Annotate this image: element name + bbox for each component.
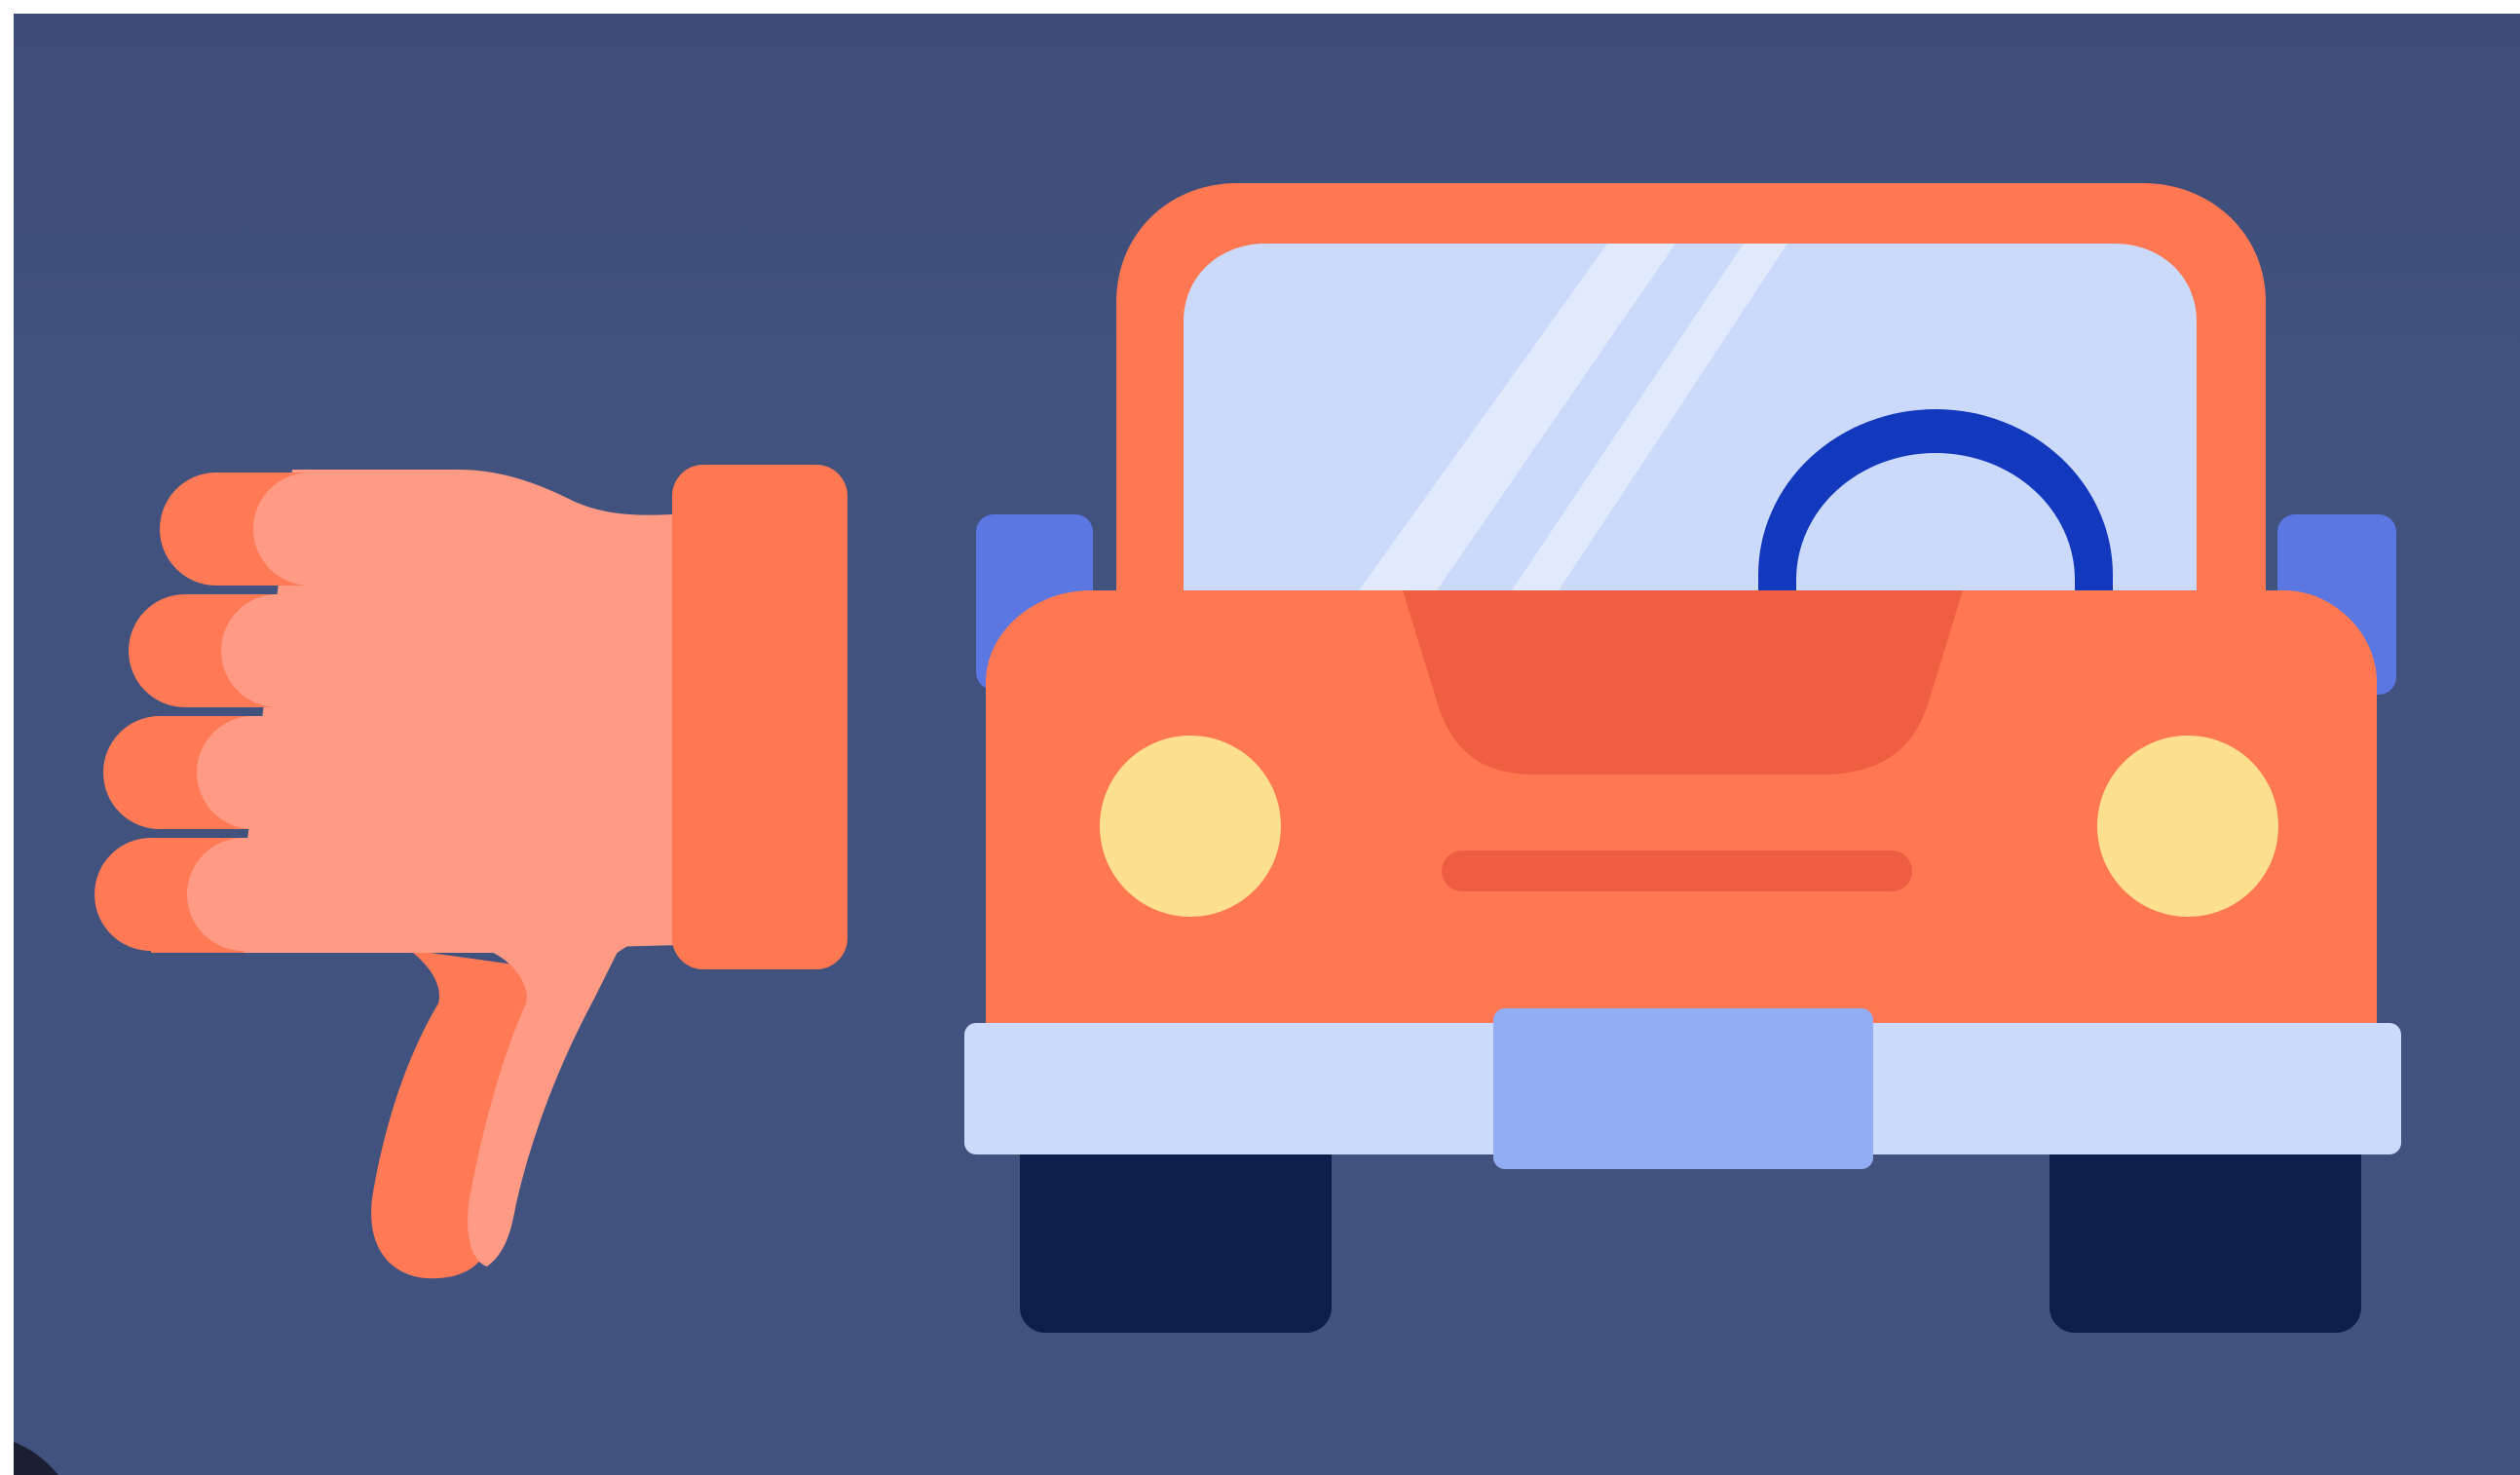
frame-top-edge [0, 0, 2520, 14]
license-plate [1493, 1008, 1873, 1169]
hand-cuff [672, 465, 847, 969]
scene-illustration [0, 0, 2520, 1475]
frame-left-edge [0, 0, 14, 1475]
car-windshield [1184, 244, 2197, 590]
right-headlight [2097, 736, 2278, 917]
car-front-icon [964, 183, 2401, 1333]
car-hood [1403, 590, 1963, 775]
left-headlight [1100, 736, 1281, 917]
illustration-stage [0, 0, 2520, 1475]
car-grille [1442, 851, 1912, 891]
